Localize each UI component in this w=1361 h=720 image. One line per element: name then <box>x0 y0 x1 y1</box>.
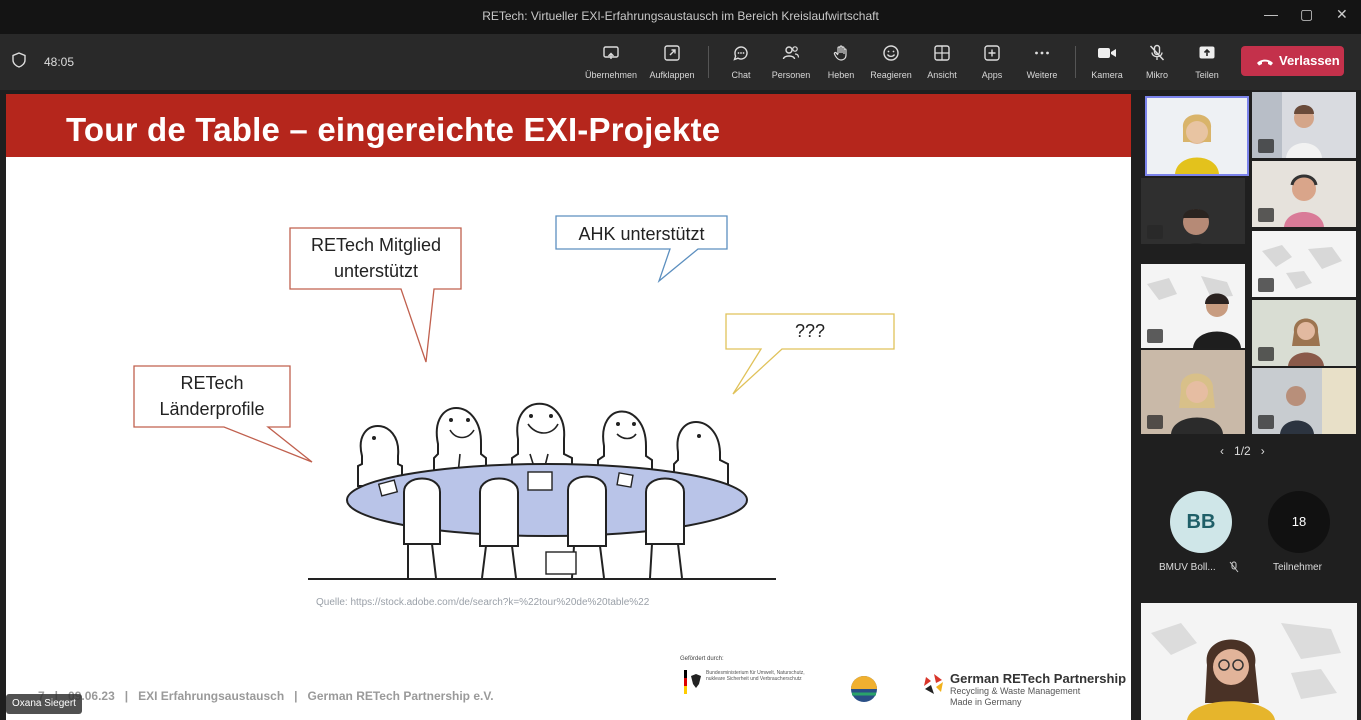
presenter-nametag: Oxana Siegert <box>6 694 82 714</box>
share-screen-label: Teilen <box>1195 70 1219 80</box>
mic-button[interactable]: Mikro <box>1129 42 1185 83</box>
video-tile[interactable] <box>1252 368 1356 434</box>
speech-bubble-unknown: ??? <box>730 318 890 344</box>
video-tile[interactable] <box>1141 178 1245 244</box>
mic-label: Mikro <box>1146 70 1168 80</box>
people-label: Personen <box>771 70 811 80</box>
exi-logo-icon <box>851 676 877 702</box>
funder-label: Gefördert durch: <box>680 656 724 662</box>
speech-bubble-ahk: AHK unterstützt <box>559 221 724 247</box>
gallery-pager[interactable]: ‹ 1/2 › <box>1220 444 1265 458</box>
previous-page-icon[interactable]: ‹ <box>1220 444 1224 458</box>
view-label: Ansicht <box>927 70 957 80</box>
participant-name: BMUV Boll... <box>1159 562 1216 573</box>
meeting-toolbar: 48:05 Übernehmen Aufklappen Chat Persone… <box>0 34 1361 90</box>
video-tile[interactable] <box>1141 350 1245 434</box>
maximize-button[interactable]: ▢ <box>1300 6 1313 23</box>
close-window-button[interactable]: ✕ <box>1336 6 1348 23</box>
chat-button[interactable]: Chat <box>713 42 769 83</box>
video-tile[interactable] <box>1252 161 1356 227</box>
muted-mic-icon <box>1147 415 1163 429</box>
people-button[interactable]: Personen <box>763 42 819 83</box>
participant-video <box>1147 98 1247 174</box>
funder-ministry-text: Bundesministerium für Umwelt, Naturschut… <box>706 670 805 682</box>
share-icon <box>603 46 619 59</box>
share-content-button[interactable]: Übernehmen <box>583 42 639 83</box>
video-tile[interactable] <box>1141 264 1245 348</box>
apps-button[interactable]: Apps <box>964 42 1020 83</box>
apps-label: Apps <box>981 70 1003 80</box>
participant-avatar[interactable]: BB <box>1170 491 1232 553</box>
popout-label: Aufklappen <box>649 70 695 80</box>
react-label: Reagieren <box>870 70 912 80</box>
leave-label: Verlassen <box>1279 53 1340 68</box>
camera-icon <box>1098 48 1116 58</box>
more-button[interactable]: Weitere <box>1014 42 1070 83</box>
toolbar-divider <box>708 46 709 78</box>
muted-mic-icon <box>1258 415 1274 429</box>
hand-icon <box>833 45 847 61</box>
minimize-button[interactable]: — <box>1264 6 1278 22</box>
window-title: RETech: Virtueller EXI-Erfahrungsaustaus… <box>482 9 879 23</box>
video-tile[interactable] <box>1252 231 1356 297</box>
view-button[interactable]: Ansicht <box>914 42 970 83</box>
view-icon <box>934 45 950 61</box>
raise-hand-label: Heben <box>827 70 855 80</box>
muted-mic-icon <box>1229 561 1239 573</box>
participant-count-label: Teilnehmer <box>1273 562 1322 573</box>
share-content-label: Übernehmen <box>584 70 638 80</box>
share-screen-icon <box>1199 46 1215 59</box>
meeting-timer: 48:05 <box>44 55 75 69</box>
leave-button[interactable]: Verlassen <box>1241 46 1344 76</box>
more-label: Weitere <box>1026 70 1058 80</box>
popout-button[interactable]: Aufklappen <box>644 42 700 83</box>
apps-icon <box>984 45 1000 61</box>
self-view-video[interactable] <box>1141 603 1357 720</box>
raise-hand-button[interactable]: Heben <box>813 42 869 83</box>
chat-label: Chat <box>731 70 751 80</box>
more-icon <box>1035 51 1049 55</box>
image-source-caption: Quelle: https://stock.adobe.com/de/searc… <box>316 597 650 608</box>
partner-tagline-2: Made in Germany <box>950 697 1022 707</box>
muted-mic-icon <box>1147 329 1163 343</box>
popout-icon <box>664 45 680 61</box>
partner-logo-text: German RETech Partnership Recycling & Wa… <box>950 671 1126 708</box>
muted-mic-icon <box>1147 225 1163 239</box>
self-video <box>1141 603 1357 720</box>
camera-label: Kamera <box>1091 70 1123 80</box>
muted-mic-icon <box>1258 278 1274 292</box>
speech-bubble-retech-member: RETech Mitglied unterstützt <box>296 232 456 284</box>
window-titlebar: RETech: Virtueller EXI-Erfahrungsaustaus… <box>0 0 1361 34</box>
react-button[interactable]: Reagieren <box>863 42 919 83</box>
mic-off-icon <box>1149 44 1165 61</box>
page-indicator: 1/2 <box>1234 444 1251 458</box>
shared-slide: Tour de Table – eingereichte EXI-Projekt… <box>6 94 1131 720</box>
share-screen-button[interactable]: Teilen <box>1179 42 1235 83</box>
slide-footer: 7 | 09.06.23 | EXI Erfahrungsaustausch |… <box>38 689 494 703</box>
camera-button[interactable]: Kamera <box>1079 42 1135 83</box>
participant-count-badge[interactable]: 18 <box>1268 491 1330 553</box>
partner-name: German RETech Partnership <box>950 671 1127 686</box>
presenter-name: Oxana Siegert <box>12 698 76 709</box>
phone-icon <box>1257 59 1273 66</box>
federal-eagle-icon <box>684 670 701 694</box>
next-page-icon[interactable]: › <box>1261 444 1265 458</box>
people-icon <box>782 46 800 60</box>
shield-icon[interactable] <box>12 52 26 68</box>
retech-partnership-logo-icon <box>924 674 943 694</box>
muted-mic-icon <box>1258 208 1274 222</box>
video-tile[interactable] <box>1145 96 1249 176</box>
video-tile[interactable] <box>1252 300 1356 366</box>
speech-bubble-country-profiles: RETech Länderprofile <box>138 370 286 422</box>
video-tile[interactable] <box>1252 92 1356 158</box>
muted-mic-icon <box>1258 347 1274 361</box>
muted-mic-icon <box>1258 139 1274 153</box>
chat-icon <box>733 46 748 61</box>
toolbar-divider <box>1075 46 1076 78</box>
react-icon <box>883 45 899 61</box>
partner-tagline-1: Recycling & Waste Management <box>950 686 1081 696</box>
